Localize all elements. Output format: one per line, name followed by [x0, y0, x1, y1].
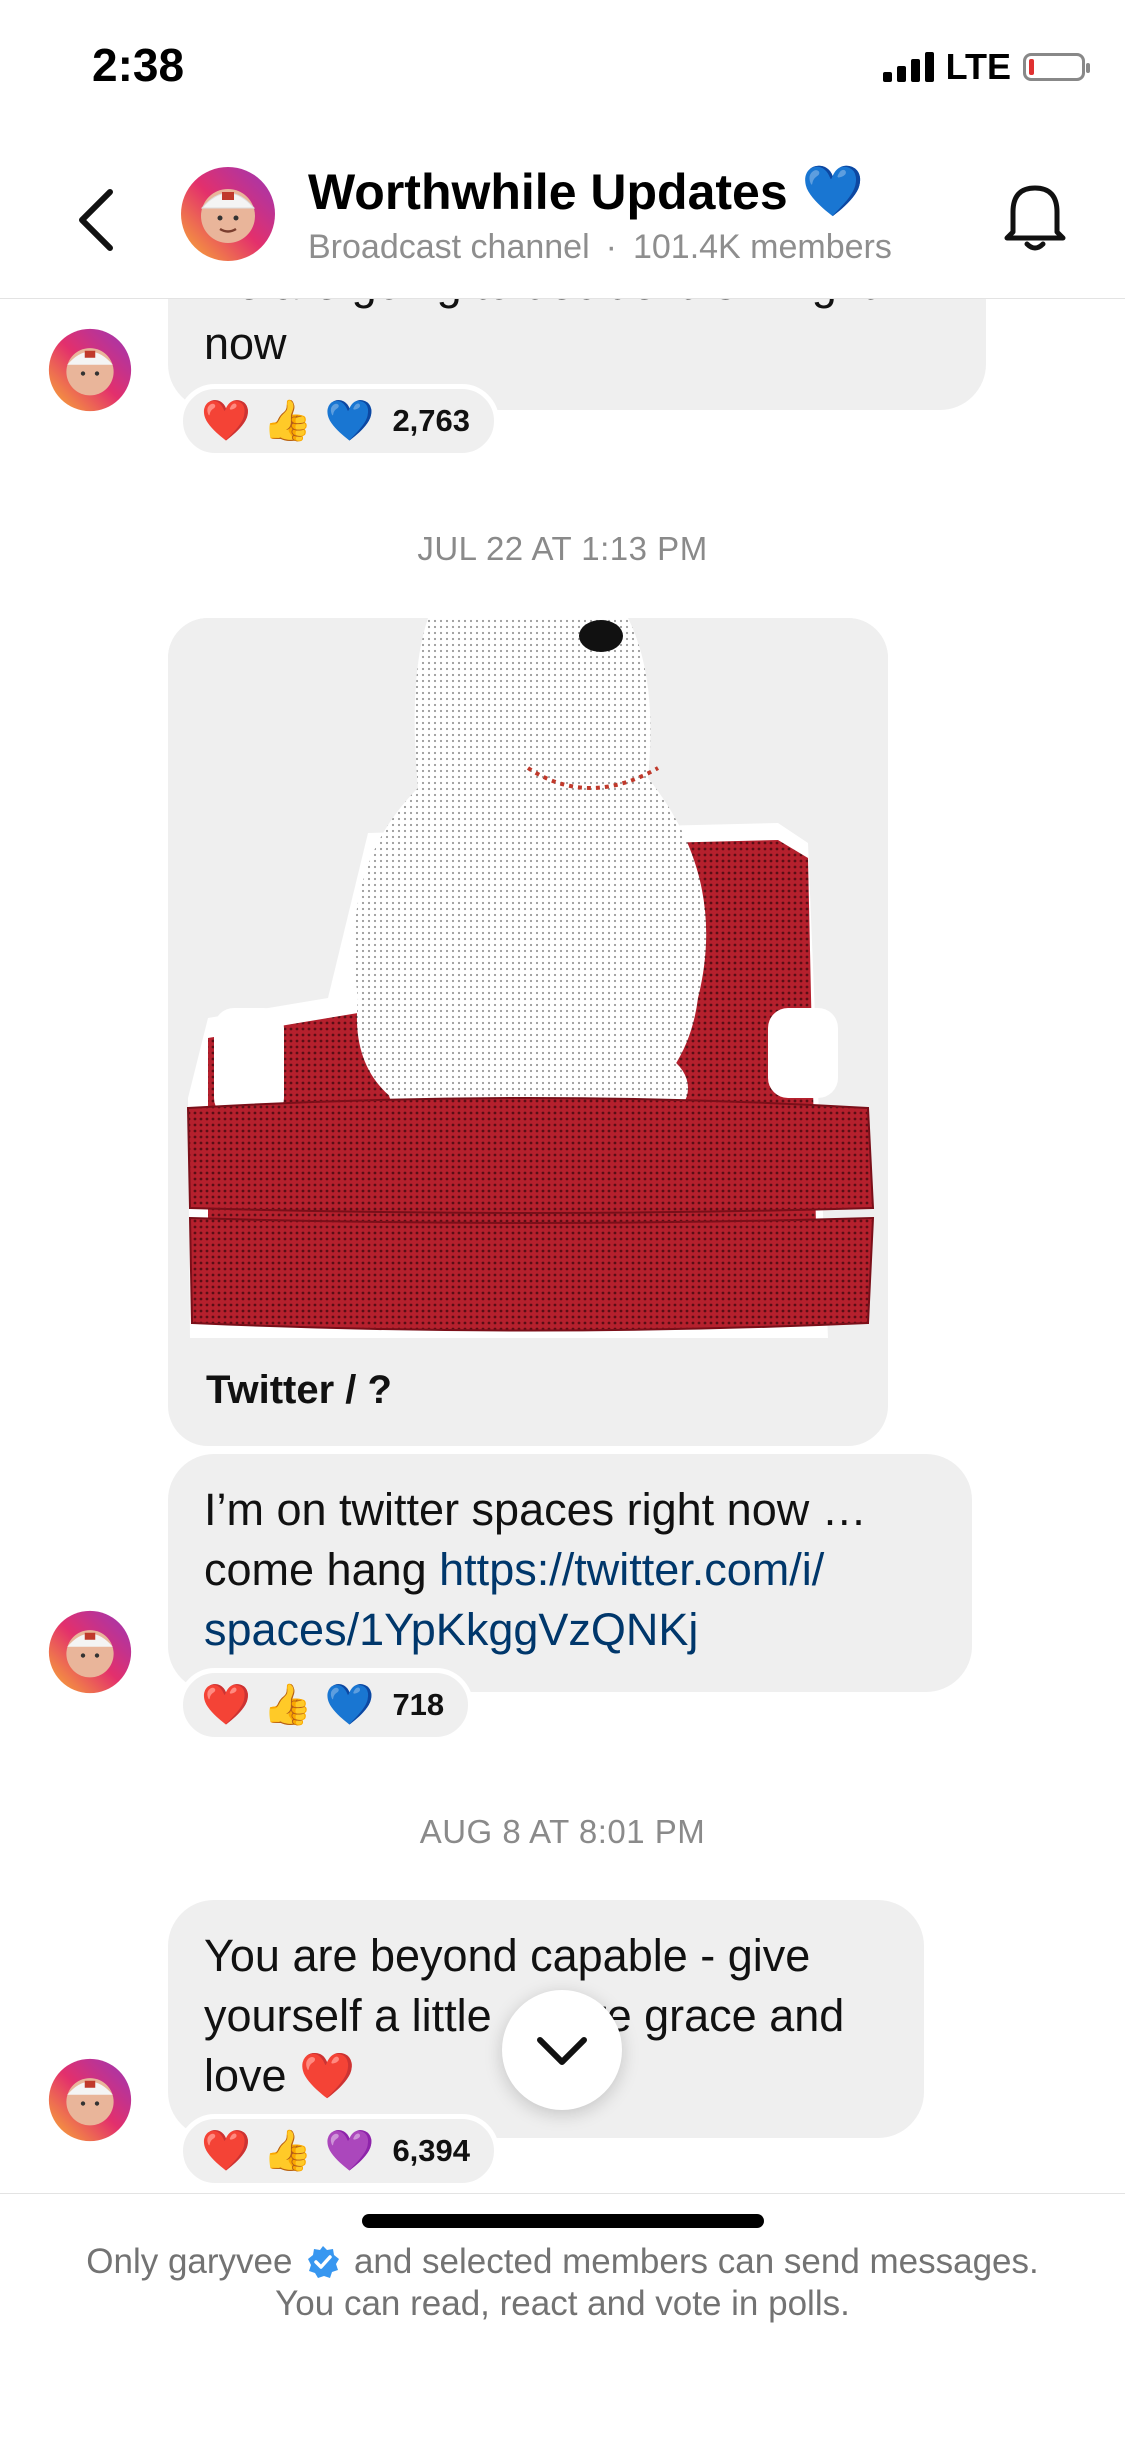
thumbs-up-reaction: 👍 — [262, 1683, 313, 1727]
message-link-continued[interactable]: spaces/1YpKkggVzQNKj — [204, 1600, 936, 1660]
footer-notice-line2: You can read, react and vote in polls. — [275, 2284, 850, 2323]
message-bubble[interactable]: I’m on twitter spaces right now … come h… — [168, 1454, 972, 1692]
purple-heart-reaction: 💜 — [324, 2129, 375, 2173]
thumbs-up-reaction: 👍 — [262, 2129, 313, 2173]
status-time: 2:38 — [92, 39, 185, 91]
notifications-button[interactable] — [999, 176, 1071, 256]
verified-badge-icon — [308, 2246, 340, 2278]
card-caption: Twitter / ? — [206, 1368, 392, 1412]
reaction-bar[interactable]: ❤️ 👍 💜 6,394 — [178, 2114, 500, 2188]
back-button[interactable] — [70, 180, 130, 260]
timestamp: JUL 22 AT 1:13 PM — [417, 530, 708, 567]
channel-title-text: Worthwhile Updates — [308, 163, 788, 220]
message-text-line2-start: yourself a little — [204, 1990, 492, 2041]
message-link[interactable]: https://twitter.com/i/ — [439, 1544, 824, 1595]
bell-icon — [1004, 185, 1066, 251]
channel-title: Worthwhile Updates 💙 — [308, 162, 864, 221]
chevron-down-icon — [537, 2037, 587, 2065]
footer-notice-line1: Only garyvee and selected members can se… — [0, 2242, 1125, 2282]
broadcast-footer: Only garyvee and selected members can se… — [0, 2193, 1125, 2437]
network-label: LTE — [945, 46, 1011, 87]
blue-heart-emoji: 💙 — [801, 163, 864, 219]
member-count: 101.4K members — [632, 228, 892, 266]
chevron-left-icon — [79, 189, 113, 251]
message-text: now — [204, 318, 287, 369]
channel-type-label: Broadcast channel — [308, 228, 590, 266]
status-indicators: LTE — [882, 46, 1090, 88]
reaction-count: 6,394 — [392, 2133, 471, 2168]
reaction-bar[interactable]: ❤️ 👍 💙 718 — [178, 1668, 474, 1742]
message-text-line2-end: re grace and — [591, 1990, 845, 2041]
preview-image — [168, 618, 888, 1338]
message-text: I’m on twitter spaces right now … — [204, 1484, 867, 1535]
channel-header: Worthwhile Updates 💙 Broadcast channel ·… — [0, 150, 1125, 299]
message-text-line1: You are beyond capable - give — [204, 1930, 811, 1981]
scroll-to-bottom-button[interactable] — [502, 1990, 622, 2110]
channel-subtitle: Broadcast channel · 101.4K members — [308, 228, 892, 267]
sender-avatar[interactable] — [48, 1610, 132, 1694]
heart-reaction: ❤️ — [201, 1683, 251, 1727]
signal-icon — [882, 52, 934, 82]
blue-heart-reaction: 💙 — [324, 1683, 375, 1727]
reaction-count: 718 — [392, 1687, 445, 1722]
reaction-count: 2,763 — [392, 403, 471, 438]
thumbs-up-reaction: 👍 — [262, 399, 313, 443]
sender-avatar[interactable] — [48, 2058, 132, 2142]
subtitle-separator: · — [605, 228, 617, 266]
message-feed[interactable]: we are going to decide it is .. right no… — [0, 298, 1125, 2193]
heart-reaction: ❤️ — [201, 399, 251, 443]
channel-avatar[interactable] — [180, 166, 276, 262]
link-preview-card[interactable]: Twitter / ? — [168, 618, 888, 1446]
home-indicator[interactable] — [362, 2214, 764, 2228]
sender-avatar[interactable] — [48, 328, 132, 412]
message-text-partial: we are going to decide it is .. right — [204, 298, 950, 314]
footer-username: Only garyvee — [86, 2242, 293, 2281]
blue-heart-reaction: 💙 — [324, 399, 375, 443]
battery-icon — [1023, 53, 1090, 81]
timestamp: AUG 8 AT 8:01 PM — [419, 1813, 706, 1850]
reaction-bar[interactable]: ❤️ 👍 💙 2,763 — [178, 384, 500, 458]
footer-notice-text: and selected members can send messages. — [353, 2242, 1039, 2281]
heart-reaction: ❤️ — [201, 2129, 251, 2173]
message-text-line2: come hang — [204, 1544, 440, 1595]
